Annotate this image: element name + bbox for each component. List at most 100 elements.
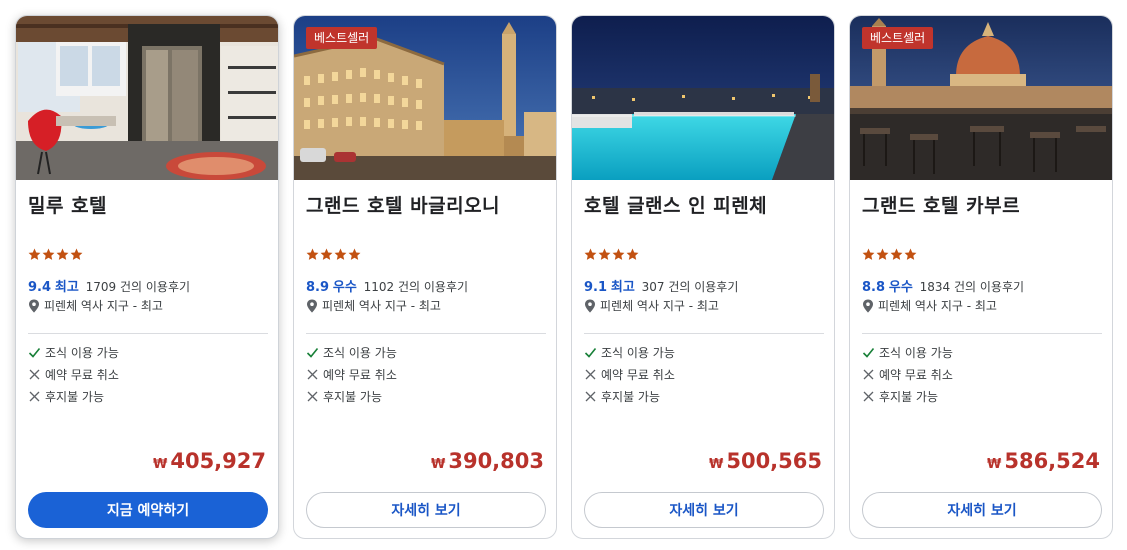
check-icon [862,347,875,358]
x-icon [585,391,596,402]
check-icon [28,347,41,358]
hotel-card[interactable]: 베스트셀러 그랜드 호텔 바글리오니 8.9 우수 1102 건의 이용후기 피… [293,15,557,539]
location-text: 피렌체 역사 지구 - 최고 [878,299,997,313]
star-rating [584,248,639,262]
rating-score: 8.9 [306,280,330,295]
star-icon [70,248,83,260]
amenity-label: 조식 이용 가능 [601,346,675,360]
location: 피렌체 역사 지구 - 최고 [584,297,719,314]
amenity-label: 예약 무료 취소 [879,368,953,382]
x-icon [863,369,874,380]
check-icon [306,347,319,358]
price-value: 405,927 [170,449,266,473]
star-icon [862,248,875,260]
hotel-card[interactable]: 호텔 글랜스 인 피렌체 9.1 최고 307 건의 이용후기 피렌체 역사 지… [571,15,835,539]
review-count: 1709 건의 이용후기 [85,280,191,294]
amenity-free-cancel: 예약 무료 취소 [584,366,675,383]
amenity-free-cancel: 예약 무료 취소 [28,366,119,383]
star-icon [876,248,889,260]
divider [862,333,1102,334]
hotel-photo[interactable]: 베스트셀러 [850,16,1112,180]
amenity-free-cancel: 예약 무료 취소 [306,366,397,383]
view-details-button[interactable]: 자세히 보기 [862,492,1102,528]
amenity-pay-later: 후지불 가능 [28,388,104,405]
review-count: 1102 건의 이용후기 [363,280,469,294]
star-icon [334,248,347,260]
price: ₩500,565 [709,449,822,473]
rating-label: 최고 [610,280,635,295]
amenity-pay-later: 후지불 가능 [584,388,660,405]
amenity-label: 조식 이용 가능 [45,346,119,360]
x-icon [585,369,596,380]
guest-rating: 9.4 최고 1709 건의 이용후기 [28,276,190,295]
star-rating [862,248,917,262]
rating-score: 9.4 [28,280,52,295]
star-icon [890,248,903,260]
currency-symbol: ₩ [431,457,446,472]
guest-rating: 8.9 우수 1102 건의 이용후기 [306,276,468,295]
star-rating [306,248,361,262]
rating-label: 우수 [332,280,357,295]
hotel-photo[interactable]: 베스트셀러 [294,16,556,180]
star-rating [28,248,83,262]
star-icon [306,248,319,260]
amenity-breakfast: 조식 이용 가능 [584,344,675,361]
x-icon [307,369,318,380]
amenity-label: 후지불 가능 [45,390,105,404]
x-icon [863,391,874,402]
star-icon [28,248,41,260]
divider [28,333,268,334]
star-icon [320,248,333,260]
book-now-button[interactable]: 지금 예약하기 [28,492,268,528]
hotel-photo[interactable] [16,16,278,180]
rating-score: 9.1 [584,280,608,295]
hotel-name[interactable]: 그랜드 호텔 카부르 [862,191,1020,218]
amenity-breakfast: 조식 이용 가능 [862,344,953,361]
amenity-label: 후지불 가능 [601,390,661,404]
price: ₩390,803 [431,449,544,473]
hotel-photo[interactable] [572,16,834,180]
hotel-card-list: 밀루 호텔 9.4 최고 1709 건의 이용후기 피렌체 역사 지구 - 최고… [15,15,1115,540]
hotel-name[interactable]: 밀루 호텔 [28,191,107,218]
map-pin-icon [29,299,39,312]
star-icon [56,248,69,260]
amenity-breakfast: 조식 이용 가능 [28,344,119,361]
amenity-label: 조식 이용 가능 [879,346,953,360]
x-icon [29,391,40,402]
price: ₩586,524 [987,449,1100,473]
currency-symbol: ₩ [987,457,1002,472]
bestseller-badge: 베스트셀러 [862,27,934,49]
star-icon [584,248,597,260]
check-icon [584,347,597,358]
map-pin-icon [585,299,595,312]
location: 피렌체 역사 지구 - 최고 [28,297,163,314]
price-value: 390,803 [448,449,544,473]
map-pin-icon [307,299,317,312]
x-icon [307,391,318,402]
view-details-button[interactable]: 자세히 보기 [584,492,824,528]
price-value: 500,565 [726,449,822,473]
price: ₩405,927 [153,449,266,473]
hotel-card[interactable]: 베스트셀러 그랜드 호텔 카부르 8.8 우수 1834 건의 이용후기 피렌체… [849,15,1113,539]
amenity-label: 조식 이용 가능 [323,346,397,360]
review-count: 307 건의 이용후기 [641,280,739,294]
star-icon [348,248,361,260]
star-icon [42,248,55,260]
hotel-name[interactable]: 호텔 글랜스 인 피렌체 [584,191,767,218]
amenity-label: 예약 무료 취소 [601,368,675,382]
guest-rating: 8.8 우수 1834 건의 이용후기 [862,276,1024,295]
bestseller-badge: 베스트셀러 [306,27,378,49]
location: 피렌체 역사 지구 - 최고 [862,297,997,314]
amenity-label: 후지불 가능 [879,390,939,404]
review-count: 1834 건의 이용후기 [919,280,1025,294]
star-icon [904,248,917,260]
amenity-breakfast: 조식 이용 가능 [306,344,397,361]
location-text: 피렌체 역사 지구 - 최고 [600,299,719,313]
amenity-label: 예약 무료 취소 [45,368,119,382]
hotel-name[interactable]: 그랜드 호텔 바글리오니 [306,191,500,218]
view-details-button[interactable]: 자세히 보기 [306,492,546,528]
rating-label: 최고 [54,280,79,295]
price-value: 586,524 [1004,449,1100,473]
hotel-card[interactable]: 밀루 호텔 9.4 최고 1709 건의 이용후기 피렌체 역사 지구 - 최고… [15,15,279,539]
divider [584,333,824,334]
